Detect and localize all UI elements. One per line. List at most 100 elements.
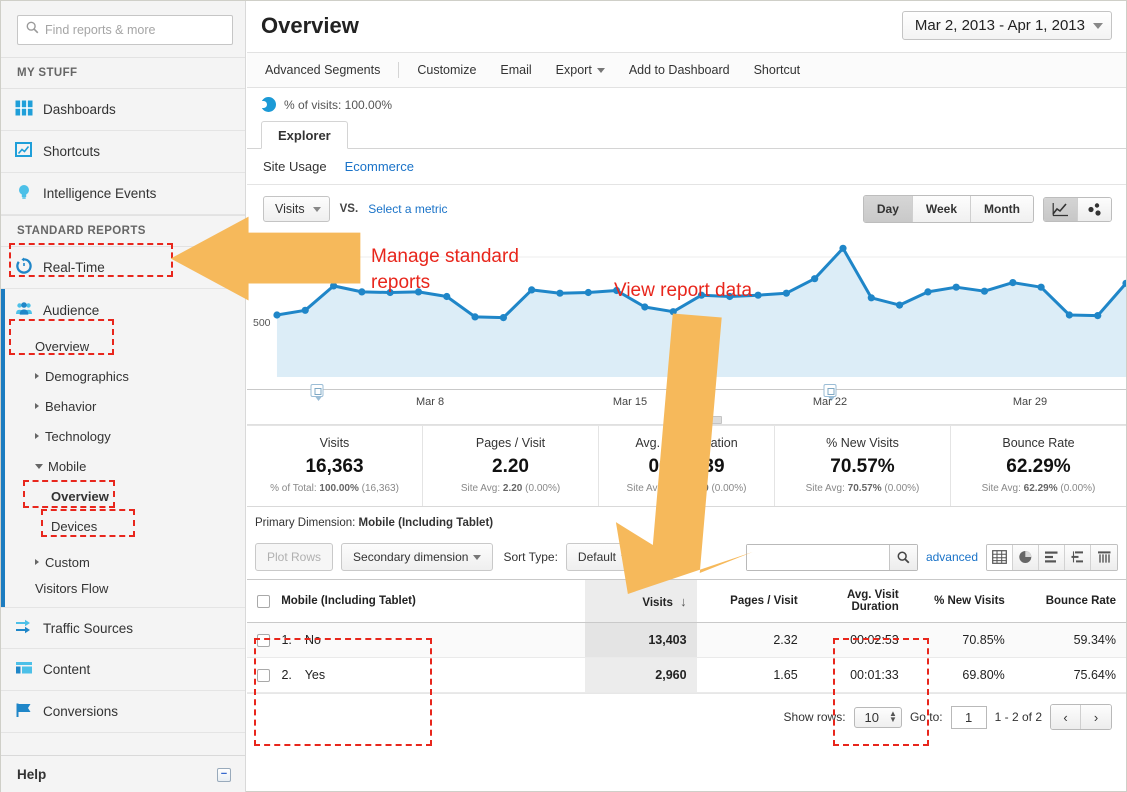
metric-sub-suffix: (0.00%) — [1060, 483, 1096, 494]
sidebar-sub-label: Visitors Flow — [35, 580, 109, 596]
chart-data-point[interactable] — [839, 244, 847, 252]
show-rows-stepper[interactable]: 10 ▲ ▼ — [853, 706, 902, 728]
primary-dimension-value[interactable]: Mobile (Including Tablet) — [359, 517, 494, 529]
line-chart-icon[interactable] — [1044, 197, 1078, 221]
action-shortcut[interactable]: Shortcut — [742, 61, 813, 79]
table-filter-input[interactable] — [746, 544, 889, 570]
chart-data-point[interactable] — [330, 282, 338, 290]
chart-scrollbar[interactable] — [247, 415, 1126, 425]
chart-data-point[interactable] — [1009, 279, 1017, 287]
go-to-input[interactable]: 1 — [950, 705, 987, 729]
table-filter[interactable] — [745, 543, 918, 571]
sidebar-item-audience[interactable]: Audience — [5, 289, 245, 331]
action-email[interactable]: Email — [488, 61, 543, 79]
sort-type-select[interactable]: Default — [565, 543, 641, 571]
prev-page-button[interactable]: ‹ — [1051, 705, 1081, 730]
sidebar-item-intelligence-events[interactable]: Intelligence Events — [1, 173, 245, 215]
row-dimension-value[interactable]: No — [305, 633, 321, 647]
table-view-icon[interactable] — [987, 544, 1013, 570]
sidebar-item-mobile[interactable]: Mobile — [5, 451, 245, 481]
sidebar-item-traffic-sources[interactable]: Traffic Sources — [1, 607, 245, 649]
column-header-avg-visit-duration[interactable]: Avg. Visit Duration — [807, 579, 909, 623]
sidebar-item-visitors-flow[interactable]: Visitors Flow — [5, 577, 245, 607]
row-dimension-value[interactable]: Yes — [305, 668, 325, 682]
sidebar-item-dashboards[interactable]: Dashboards — [1, 89, 245, 131]
column-header-new-visits[interactable]: % New Visits — [908, 579, 1015, 623]
row-spacer-cell — [433, 622, 586, 659]
chart-data-point[interactable] — [811, 275, 819, 283]
action-add-to-dashboard[interactable]: Add to Dashboard — [617, 61, 742, 79]
chart-data-point[interactable] — [1094, 312, 1102, 320]
chart-data-point[interactable] — [980, 287, 989, 295]
granularity-day[interactable]: Day — [863, 196, 913, 222]
go-to-label: Go to: — [909, 710, 943, 725]
table-row[interactable]: 2. Yes 2,960 1.65 00:01:33 69.80% 75.64% — [247, 657, 1126, 694]
chart-data-point[interactable] — [952, 283, 960, 291]
sidebar-item-audience-overview[interactable]: Overview — [5, 331, 245, 361]
row-checkbox[interactable] — [257, 669, 270, 683]
search-box[interactable] — [17, 15, 233, 45]
row-checkbox[interactable] — [257, 634, 270, 648]
table-row[interactable]: 1. No 13,403 2.32 00:02:53 70.85% 59.34% — [247, 622, 1126, 659]
sidebar-item-conversions[interactable]: Conversions — [1, 691, 245, 733]
column-header-visits[interactable]: Visits ↓ — [585, 579, 697, 623]
granularity-week[interactable]: Week — [912, 196, 972, 222]
sidebar-item-technology[interactable]: Technology — [5, 421, 245, 451]
chart-data-point[interactable] — [301, 306, 309, 314]
chart-data-point[interactable] — [924, 288, 932, 296]
chart-scrollbar-thumb[interactable] — [682, 416, 722, 424]
comparison-view-icon[interactable] — [1065, 544, 1091, 570]
sidebar-item-real-time[interactable]: Real-Time — [1, 247, 245, 289]
pivot-view-icon[interactable] — [1091, 544, 1117, 570]
sidebar-item-behavior[interactable]: Behavior — [5, 391, 245, 421]
tab-explorer[interactable]: Explorer — [261, 121, 348, 149]
action-export[interactable]: Export — [544, 61, 617, 79]
secondary-dimension-button[interactable]: Secondary dimension — [341, 543, 494, 571]
sidebar-item-custom[interactable]: Custom — [5, 547, 245, 577]
subtab-site-usage[interactable]: Site Usage — [263, 159, 327, 174]
action-customize[interactable]: Customize — [405, 61, 488, 79]
column-header-pages-per-visit[interactable]: Pages / Visit — [696, 579, 808, 623]
sidebar-item-content[interactable]: Content — [1, 649, 245, 691]
column-header-bounce-rate[interactable]: Bounce Rate — [1014, 579, 1126, 623]
table-pager: Show rows: 10 ▲ ▼ Go to: 1 1 - 2 of 2 ‹ › — [247, 693, 1126, 739]
scatter-plot-icon[interactable] — [1078, 197, 1111, 221]
chart-data-point[interactable] — [358, 288, 366, 296]
sidebar-item-mobile-devices[interactable]: Devices — [5, 511, 245, 541]
pie-view-icon[interactable] — [1013, 544, 1039, 570]
collapse-icon[interactable]: − — [217, 767, 231, 782]
bar-view-icon[interactable] — [1039, 544, 1065, 570]
granularity-month[interactable]: Month — [971, 196, 1033, 222]
sidebar-item-demographics[interactable]: Demographics — [5, 361, 245, 391]
sidebar-item-shortcuts[interactable]: Shortcuts — [1, 131, 245, 173]
chart-data-point[interactable] — [754, 291, 762, 299]
chart-data-point[interactable] — [273, 311, 281, 319]
action-advanced-segments[interactable]: Advanced Segments — [261, 61, 392, 79]
select-all-checkbox[interactable] — [257, 594, 270, 608]
column-header-dimension[interactable]: Mobile (Including Tablet) — [247, 579, 434, 623]
row-dimension-cell[interactable]: 1. No — [247, 622, 434, 659]
select-a-metric-link[interactable]: Select a metric — [368, 202, 447, 216]
date-range-picker[interactable]: Mar 2, 2013 - Apr 1, 2013 — [901, 11, 1112, 40]
chart-annotation-marker[interactable] — [310, 384, 324, 401]
chart-data-point[interactable] — [641, 303, 649, 311]
chart-data-point[interactable] — [782, 289, 790, 297]
stepper-arrows-icon[interactable]: ▲ ▼ — [889, 710, 897, 724]
next-page-button[interactable]: › — [1081, 705, 1111, 730]
chart-data-point[interactable] — [1065, 311, 1073, 319]
chart-data-point[interactable] — [1037, 283, 1045, 291]
chart-data-point[interactable] — [895, 301, 904, 309]
help-bar[interactable]: Help − — [1, 755, 245, 792]
row-dimension-cell[interactable]: 2. Yes — [247, 657, 434, 694]
chart-data-point[interactable] — [867, 294, 875, 302]
sidebar-item-mobile-overview[interactable]: Overview — [5, 481, 245, 511]
subtab-ecommerce[interactable]: Ecommerce — [345, 159, 414, 174]
chart-data-point[interactable] — [669, 308, 677, 316]
chart-data-point[interactable] — [499, 314, 508, 322]
plot-rows-button[interactable]: Plot Rows — [255, 543, 334, 571]
metric-select[interactable]: Visits — [263, 196, 330, 222]
chart-data-point[interactable] — [471, 313, 479, 321]
advanced-link[interactable]: advanced — [926, 550, 978, 564]
search-icon[interactable] — [888, 544, 917, 570]
search-input[interactable] — [45, 23, 224, 37]
